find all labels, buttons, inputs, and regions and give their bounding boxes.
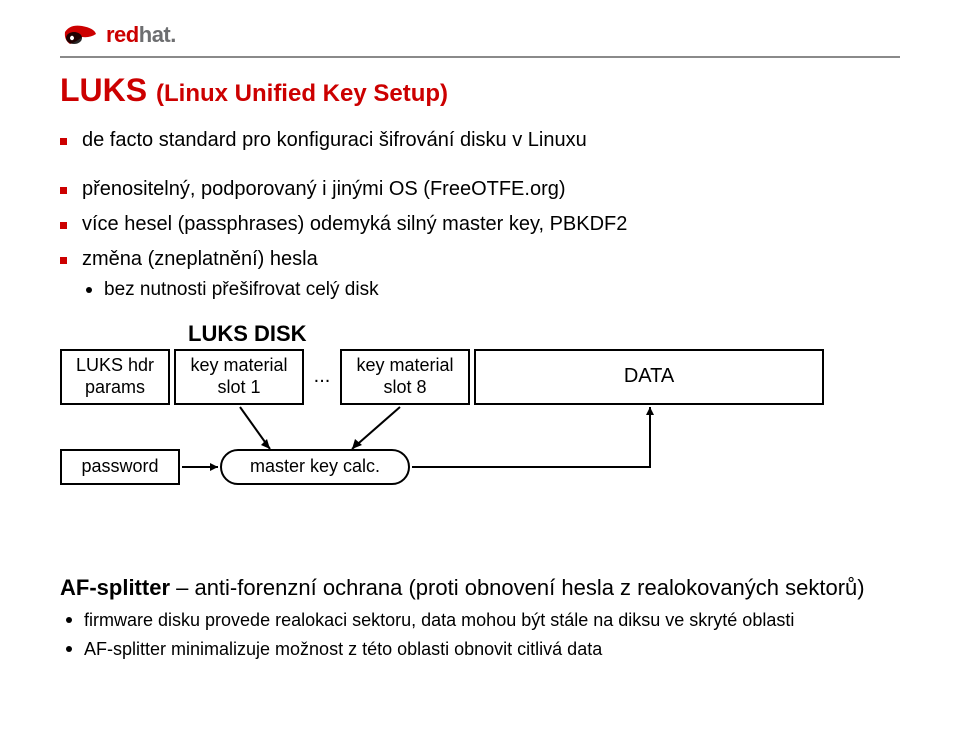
header-divider: [60, 56, 900, 58]
bullet-1: de facto standard pro konfiguraci šifrov…: [60, 127, 900, 154]
redhat-word-gray: hat.: [139, 22, 176, 47]
box-slot8-l1: key material: [356, 355, 453, 377]
luks-disk-label: LUKS DISK: [188, 321, 307, 347]
af-sub-1: firmware disku provede realokaci sektoru…: [60, 608, 900, 632]
redhat-word-red: red: [106, 22, 139, 47]
bullet-list: de facto standard pro konfiguraci šifrov…: [60, 127, 900, 303]
af-splitter-rest: – anti-forenzní ochrana (proti obnovení …: [170, 575, 865, 600]
diagram-row-calc: password master key calc.: [60, 449, 410, 485]
box-password: password: [60, 449, 180, 485]
af-splitter-head: AF-splitter – anti-forenzní ochrana (pro…: [60, 573, 900, 603]
redhat-fedora-icon: [60, 20, 100, 50]
slot-ellipsis: ...: [308, 349, 336, 405]
af-splitter-bold: AF-splitter: [60, 575, 170, 600]
bullet-3: více hesel (passphrases) odemyká silný m…: [60, 211, 900, 238]
title-main: LUKS: [60, 72, 156, 108]
bullet-4-1: bez nutnosti přešifrovat celý disk: [60, 277, 900, 303]
box-key-slot-1: key material slot 1: [174, 349, 304, 405]
title-sub: (Linux Unified Key Setup): [156, 80, 448, 107]
luks-diagram: LUKS DISK LUKS hdr params key material s…: [60, 321, 900, 561]
af-sub-2: AF-splitter minimalizuje možnost z této …: [60, 637, 900, 661]
box-luks-hdr-l2: params: [85, 377, 145, 399]
redhat-wordmark: redhat.: [106, 22, 176, 48]
diagram-row-disk: LUKS hdr params key material slot 1 ... …: [60, 349, 824, 405]
box-key-slot-8: key material slot 8: [340, 349, 470, 405]
bullet-4: změna (zneplatnění) hesla: [60, 246, 900, 273]
slide: redhat. LUKS (Linux Unified Key Setup) d…: [0, 0, 960, 755]
box-slot1-l1: key material: [190, 355, 287, 377]
box-slot8-l2: slot 8: [383, 377, 426, 399]
box-slot1-l2: slot 1: [217, 377, 260, 399]
af-splitter-block: AF-splitter – anti-forenzní ochrana (pro…: [60, 573, 900, 661]
box-luks-hdr-l1: LUKS hdr: [76, 355, 154, 377]
box-luks-hdr: LUKS hdr params: [60, 349, 170, 405]
slide-title: LUKS (Linux Unified Key Setup): [60, 72, 900, 109]
bullet-2: přenositelný, podporovaný i jinými OS (F…: [60, 176, 900, 203]
header: redhat.: [60, 20, 900, 50]
box-data: DATA: [474, 349, 824, 405]
box-master-key-calc: master key calc.: [220, 449, 410, 485]
